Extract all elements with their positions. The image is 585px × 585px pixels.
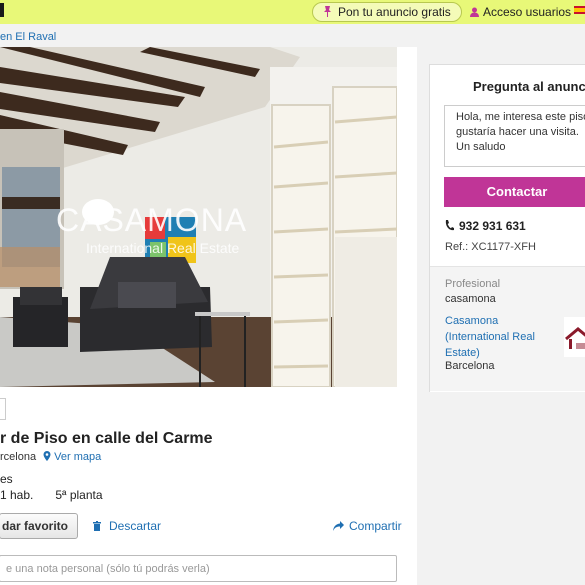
professional-label: Profesional <box>445 278 501 290</box>
listing-photo[interactable]: CASAMONA International Real Estate <box>0 47 397 387</box>
watermark-subtitle: International Real Estate <box>86 240 240 256</box>
share-label: Compartir <box>349 519 402 533</box>
share-arrow-icon <box>333 521 344 531</box>
phone-icon <box>445 220 454 231</box>
agency-city: Barcelona <box>445 360 495 372</box>
contact-card-title: Pregunta al anunc <box>473 79 585 94</box>
access-users-label: Acceso usuarios <box>483 5 572 19</box>
user-icon <box>470 7 479 17</box>
thumbnail-control[interactable] <box>0 398 6 420</box>
agency-logo[interactable] <box>564 317 585 357</box>
watermark-brand: CASAMONA <box>56 202 248 238</box>
publish-ad-button[interactable]: Pon tu anuncio gratis <box>312 2 462 22</box>
house-logo-icon <box>565 327 585 349</box>
listing-title: r de Piso en calle del Carme <box>0 430 213 447</box>
site-logo[interactable] <box>0 3 4 17</box>
location-text: rcelona <box>0 451 37 463</box>
map-pin-icon <box>43 451 51 461</box>
view-map-link[interactable]: Ver mapa <box>54 451 101 463</box>
agency-link[interactable]: Casamona (International Real Estate) <box>445 313 550 361</box>
floor-info: 5ª planta <box>55 488 103 502</box>
share-button[interactable]: Compartir <box>333 519 402 533</box>
discard-label: Descartar <box>109 519 162 533</box>
reference-code: Ref.: XC1177-XFH <box>445 241 536 253</box>
pin-icon <box>324 6 331 17</box>
professional-name: casamona <box>445 293 496 305</box>
contact-message-field[interactable]: Hola, me interesa este piso y gustaría h… <box>444 105 585 167</box>
top-bar: Pon tu anuncio gratis Acceso usuarios <box>0 0 585 24</box>
listing-location: rcelona Ver mapa <box>0 451 101 463</box>
features-details: 1 hab. 5ª planta <box>0 488 103 502</box>
rooms-count: 1 hab. <box>0 488 34 502</box>
flag-icon[interactable] <box>574 6 585 14</box>
contact-button[interactable]: Contactar <box>444 177 585 207</box>
features-line: es <box>0 472 13 486</box>
phone-text: 932 931 631 <box>459 219 526 233</box>
personal-note-input[interactable]: e una nota personal (sólo tú podrás verl… <box>0 555 397 582</box>
publish-ad-label: Pon tu anuncio gratis <box>338 5 451 19</box>
save-favorite-button[interactable]: dar favorito <box>0 513 78 539</box>
access-users-link[interactable]: Acceso usuarios <box>470 5 571 19</box>
save-favorite-label: dar favorito <box>1 519 68 533</box>
trash-icon <box>93 521 101 531</box>
discard-button[interactable]: Descartar <box>93 519 161 533</box>
phone-number[interactable]: 932 931 631 <box>445 219 526 233</box>
breadcrumb[interactable]: en El Raval <box>0 31 56 43</box>
